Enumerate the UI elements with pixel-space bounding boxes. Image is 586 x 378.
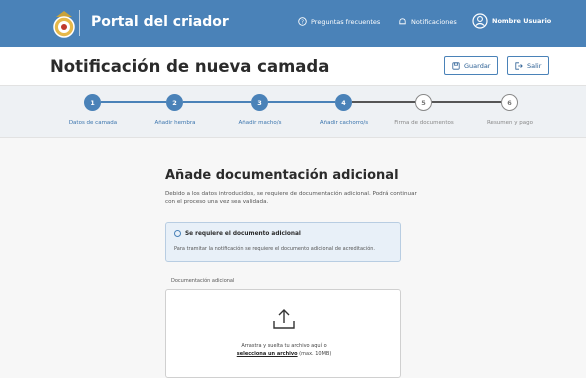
step-2-label[interactable]: Añadir hembra xyxy=(130,120,220,126)
step-connector xyxy=(183,101,251,103)
step-4-circle[interactable]: 4 xyxy=(335,94,352,111)
dropzone-text: Arrastra y suelta tu archivo aquí o sele… xyxy=(166,342,402,358)
step-1-circle[interactable]: 1 xyxy=(84,94,101,111)
faq-link[interactable]: ? Preguntas frecuentes xyxy=(298,17,380,26)
club-logo-icon[interactable] xyxy=(52,9,76,39)
step-2-circle[interactable]: 2 xyxy=(166,94,183,111)
step-5-label: Firma de documentos xyxy=(394,120,454,126)
step-4-label[interactable]: Añadir cachorro/s xyxy=(299,120,389,126)
section-title: Añade documentación adicional xyxy=(165,168,399,183)
step-3-label[interactable]: Añadir macho/s xyxy=(215,120,305,126)
progress-stepper: 1 2 3 4 5 6 Datos de camada Añadir hembr… xyxy=(0,86,586,138)
top-bar: Portal del criador ? Preguntas frecuente… xyxy=(0,0,586,47)
file-size-limit: (max. 10MB) xyxy=(297,351,332,357)
help-icon: ? xyxy=(298,17,307,26)
file-dropzone[interactable]: Arrastra y suelta tu archivo aquí o sele… xyxy=(165,289,401,378)
save-label: Guardar xyxy=(464,61,491,70)
upload-icon xyxy=(273,309,295,329)
bell-icon xyxy=(399,18,406,25)
page-title: Notificación de nueva camada xyxy=(50,57,330,76)
exit-label: Salir xyxy=(527,61,542,70)
dropzone-instruction: Arrastra y suelta tu archivo aquí o xyxy=(241,343,327,349)
main-content: Añade documentación adicional Debido a l… xyxy=(0,138,586,378)
step-3-circle[interactable]: 3 xyxy=(251,94,268,111)
info-circle-icon xyxy=(174,230,181,237)
faq-label: Preguntas frecuentes xyxy=(311,17,381,26)
info-alert: Se requiere el documento adicional Para … xyxy=(165,222,401,262)
notifications-link[interactable]: Notificaciones xyxy=(398,17,457,26)
save-button[interactable]: Guardar xyxy=(444,56,499,75)
exit-icon xyxy=(515,61,523,70)
user-menu[interactable]: Nombre Usuario xyxy=(472,13,551,29)
svg-text:?: ? xyxy=(301,20,304,26)
info-alert-text: Para tramitar la notificación se requier… xyxy=(174,246,376,252)
select-file-link[interactable]: selecciona un archivo xyxy=(237,351,298,357)
portal-brand[interactable]: Portal del criador xyxy=(91,14,229,30)
info-alert-title: Se requiere el documento adicional xyxy=(174,230,301,237)
notifications-label: Notificaciones xyxy=(411,17,457,26)
info-title-text: Se requiere el documento adicional xyxy=(185,230,301,237)
step-connector xyxy=(352,101,415,103)
page-header: Notificación de nueva camada Guardar Sal… xyxy=(0,47,586,86)
step-5-circle: 5 xyxy=(415,94,432,111)
step-connector xyxy=(101,101,166,103)
step-6-circle: 6 xyxy=(501,94,518,111)
exit-button[interactable]: Salir xyxy=(507,56,550,75)
step-6-label: Resumen y pago xyxy=(486,120,533,126)
step-connector xyxy=(268,101,335,103)
brand-divider xyxy=(79,10,80,36)
save-icon xyxy=(452,61,460,70)
section-description: Debido a los datos introducidos, se requ… xyxy=(165,191,417,205)
step-connector xyxy=(432,101,501,103)
user-avatar-icon xyxy=(472,13,488,29)
user-name: Nombre Usuario xyxy=(492,17,552,25)
upload-field-label: Documentación adicional xyxy=(171,278,235,284)
step-1-label[interactable]: Datos de camada xyxy=(48,120,138,126)
dropzone-link-line: selecciona un archivo (max. 10MB) xyxy=(166,350,402,358)
